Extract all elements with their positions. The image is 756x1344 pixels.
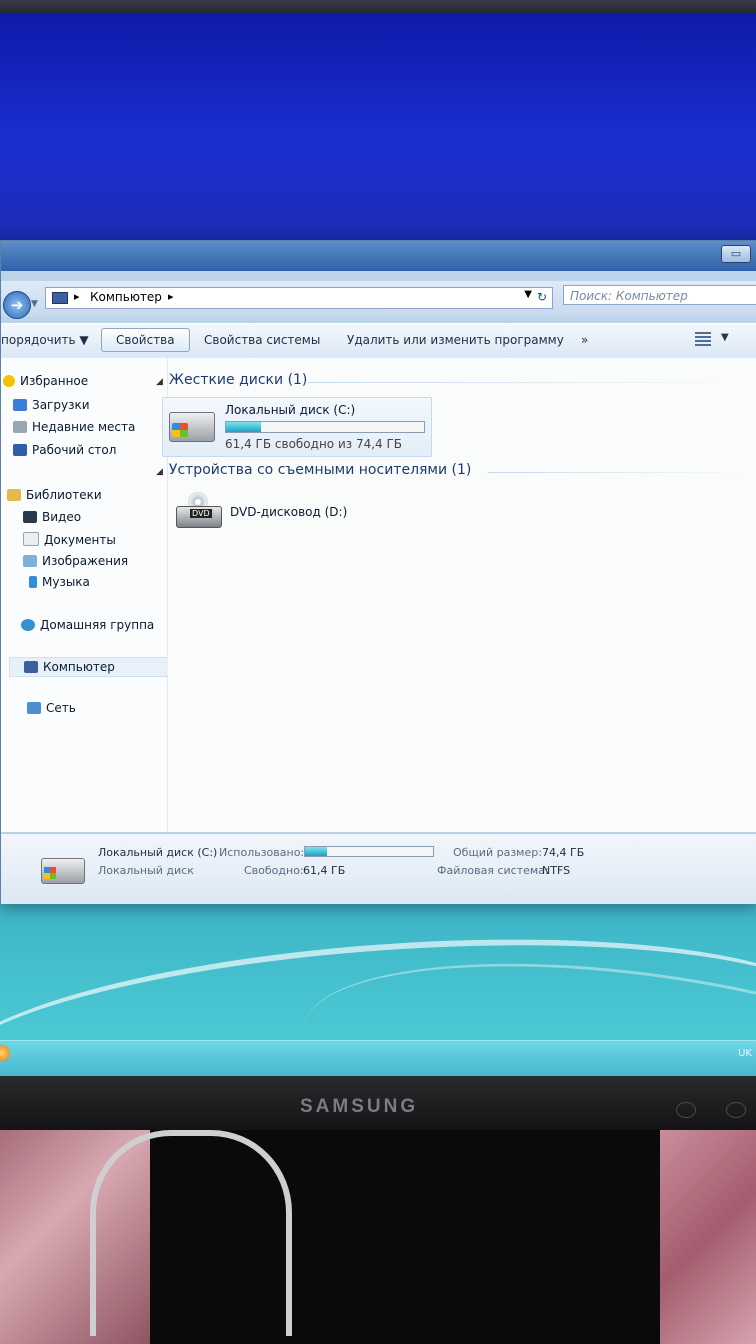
- details-fs-label: Файловая система:: [437, 864, 549, 877]
- breadcrumb-arrow-icon[interactable]: ▸: [74, 290, 80, 303]
- downloads-icon: [13, 399, 27, 411]
- system-properties-button[interactable]: Свойства системы: [204, 333, 320, 347]
- group-header-removable[interactable]: ◢ Устройства со съемными носителями (1): [156, 462, 471, 478]
- hard-drive-icon: [169, 412, 215, 442]
- windows-logo-icon: [172, 423, 188, 437]
- libraries-icon: [7, 489, 21, 501]
- nav-favorites[interactable]: Избранное: [3, 374, 88, 388]
- monitor-power-button[interactable]: [726, 1102, 746, 1118]
- cable: [90, 1130, 292, 1336]
- monitor-brand-logo: SAMSUNG: [300, 1096, 419, 1117]
- title-bar[interactable]: [1, 241, 756, 271]
- organize-button[interactable]: порядочить ▼: [1, 333, 89, 347]
- command-bar: порядочить ▼ Свойства Свойства системы У…: [1, 323, 756, 359]
- change-view-icon[interactable]: [695, 332, 711, 346]
- details-drive-type: Локальный диск: [98, 864, 194, 877]
- nav-downloads[interactable]: Загрузки: [13, 398, 90, 412]
- search-input[interactable]: Поиск: Компьютер: [563, 285, 756, 305]
- explorer-window: ▭ ➔ ▼ ▸ Компьютер ▸ ▼ ↻ Поиск: Компьютер…: [0, 240, 756, 904]
- nav-homegroup[interactable]: Домашняя группа: [21, 618, 154, 632]
- details-free-label: Свободно:: [244, 864, 304, 877]
- documents-icon: [23, 532, 39, 546]
- details-used-label: Использовано:: [219, 846, 305, 859]
- dvd-drive-icon[interactable]: DVD: [176, 492, 222, 532]
- collapse-triangle-icon[interactable]: ◢: [156, 467, 163, 477]
- details-free-value: 61,4 ГБ: [303, 864, 346, 877]
- hard-drive-icon: [41, 858, 85, 884]
- background-fabric: [660, 1130, 756, 1344]
- nav-computer[interactable]: Компьютер: [9, 657, 175, 677]
- nav-recent[interactable]: Недавние места: [13, 420, 135, 434]
- drive-c-free-space: 61,4 ГБ свободно из 74,4 ГБ: [225, 437, 403, 451]
- details-usage-bar: [304, 846, 434, 857]
- desktop-icon: [13, 444, 27, 456]
- dvd-logo-icon: DVD: [190, 509, 212, 518]
- nav-libraries[interactable]: Библиотеки: [7, 488, 102, 502]
- uninstall-program-button[interactable]: Удалить или изменить программу: [347, 333, 564, 347]
- nav-network[interactable]: Сеть: [27, 701, 76, 715]
- view-dropdown-icon[interactable]: ▼: [721, 332, 729, 343]
- maximize-button[interactable]: ▭: [721, 245, 751, 263]
- computer-icon: [52, 292, 68, 304]
- language-indicator[interactable]: UK: [738, 1048, 752, 1059]
- collapse-triangle-icon[interactable]: ◢: [156, 377, 163, 387]
- details-pane: Локальный диск (C:) Локальный диск Испол…: [1, 833, 756, 904]
- nav-documents[interactable]: Документы: [23, 532, 116, 547]
- usage-bar-fill: [226, 422, 261, 432]
- address-field[interactable]: ▸ Компьютер ▸ ▼: [45, 287, 553, 309]
- pictures-icon: [23, 555, 37, 567]
- recent-places-icon: [13, 421, 27, 433]
- video-icon: [23, 511, 37, 523]
- windows-logo-icon: [44, 867, 56, 879]
- computer-icon: [24, 661, 38, 673]
- music-icon: [29, 576, 37, 588]
- drive-c-tile[interactable]: Локальный диск (C:) 61,4 ГБ свободно из …: [162, 397, 432, 457]
- breadcrumb-computer[interactable]: Компьютер: [90, 290, 162, 304]
- back-button[interactable]: ➔: [3, 291, 31, 319]
- breadcrumb-arrow-icon[interactable]: ▸: [168, 290, 174, 303]
- nav-music[interactable]: Музыка: [29, 575, 90, 589]
- drive-c-usage-bar: [225, 421, 425, 433]
- navigation-pane: Избранное Загрузки Недавние места Рабочи…: [1, 358, 175, 832]
- nav-video[interactable]: Видео: [23, 510, 81, 524]
- taskbar: [0, 1040, 756, 1077]
- usage-bar-fill: [305, 847, 328, 856]
- group-divider: [488, 472, 748, 473]
- drive-c-name: Локальный диск (C:): [225, 403, 356, 417]
- star-icon: [3, 375, 15, 387]
- nav-pictures[interactable]: Изображения: [23, 554, 128, 568]
- nav-desktop[interactable]: Рабочий стол: [13, 443, 116, 457]
- details-fs-value: NTFS: [542, 864, 571, 877]
- properties-button[interactable]: Свойства: [101, 328, 190, 352]
- more-commands-button[interactable]: »: [581, 333, 588, 347]
- refresh-icon[interactable]: ↻: [531, 287, 553, 307]
- homegroup-icon: [21, 619, 35, 631]
- details-total-value: 74,4 ГБ: [542, 846, 585, 859]
- details-drive-name: Локальный диск (C:): [98, 846, 218, 859]
- group-header-hard-disks[interactable]: ◢ Жесткие диски (1): [156, 372, 307, 388]
- details-total-label: Общий размер:: [453, 846, 542, 859]
- network-icon: [27, 702, 41, 714]
- content-pane: ◢ Жесткие диски (1) Локальный диск (C:) 6…: [156, 358, 756, 832]
- drive-d-name[interactable]: DVD-дисковод (D:): [230, 505, 347, 519]
- group-divider: [308, 382, 748, 383]
- history-dropdown-icon[interactable]: ▼: [31, 299, 38, 309]
- monitor-menu-button[interactable]: [676, 1102, 696, 1118]
